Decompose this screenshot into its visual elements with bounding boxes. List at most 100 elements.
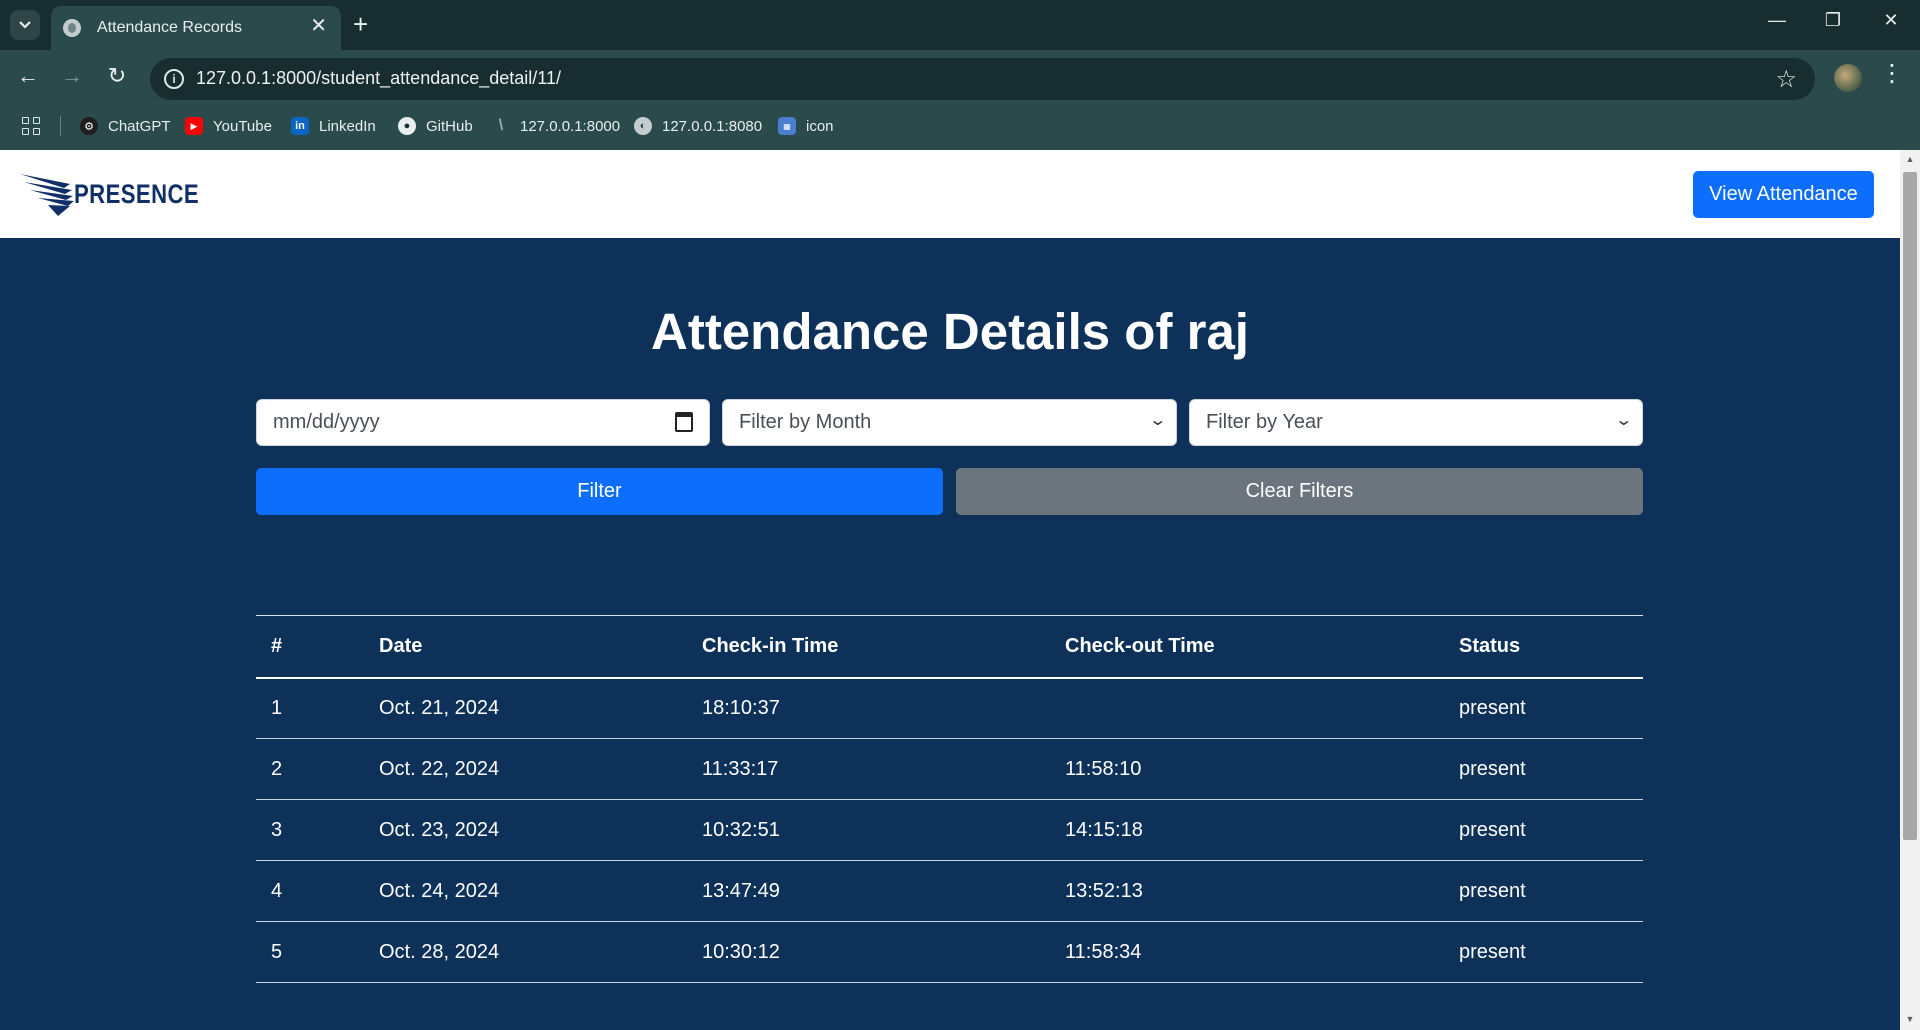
- bookmark-youtube[interactable]: ▶ YouTube: [185, 115, 272, 137]
- bookmark-github[interactable]: ● GitHub: [398, 115, 473, 137]
- apps-grid-icon[interactable]: [22, 117, 40, 135]
- page-title: Attendance Details of raj: [651, 303, 1249, 360]
- image-icon: ▦: [778, 117, 796, 135]
- row-checkout: 13:52:13: [1050, 860, 1444, 922]
- site-info-icon[interactable]: i: [164, 69, 184, 89]
- tab-title: Attendance Records: [97, 19, 242, 36]
- globe-icon: ◐: [634, 117, 652, 135]
- close-window-icon[interactable]: ✕: [1876, 10, 1906, 31]
- row-checkin: 10:30:12: [687, 921, 1050, 983]
- row-date: Oct. 24, 2024: [364, 860, 687, 922]
- row-status: present: [1444, 738, 1643, 800]
- column-header-checkout: Check-out Time: [1050, 615, 1444, 679]
- url-text[interactable]: 127.0.0.1:8000/student_attendance_detail…: [196, 68, 561, 89]
- globe-icon: [63, 19, 81, 37]
- chevron-down-icon: ⌄: [1613, 412, 1633, 429]
- row-checkin: 13:47:49: [687, 860, 1050, 922]
- linkedin-icon: in: [291, 117, 309, 135]
- youtube-icon: ▶: [185, 117, 203, 135]
- row-status: present: [1444, 860, 1643, 922]
- browser-tab-active[interactable]: Attendance Records ✕: [51, 6, 341, 50]
- bookmark-label: YouTube: [213, 117, 272, 135]
- table-row: 5 Oct. 28, 2024 10:30:12 11:58:34 presen…: [256, 921, 1643, 983]
- filter-button[interactable]: Filter: [256, 468, 943, 515]
- year-filter-select[interactable]: Filter by Year ⌄: [1189, 399, 1643, 446]
- row-status: present: [1444, 677, 1643, 739]
- row-checkout: [1050, 677, 1444, 739]
- column-header-checkin: Check-in Time: [687, 615, 1050, 679]
- row-number: 4: [256, 860, 364, 922]
- wing-logo-icon: [20, 174, 74, 216]
- brand-name: PRESENCE: [74, 178, 200, 209]
- view-attendance-button[interactable]: View Attendance: [1693, 171, 1874, 218]
- bookmark-label: LinkedIn: [319, 117, 376, 135]
- address-bar[interactable]: i 127.0.0.1:8000/student_attendance_deta…: [150, 58, 1815, 100]
- row-checkout: 14:15:18: [1050, 799, 1444, 861]
- row-status: present: [1444, 799, 1643, 861]
- month-select-value: Filter by Month: [739, 411, 872, 433]
- table-row: 1 Oct. 21, 2024 18:10:37 present: [256, 677, 1643, 739]
- bookmark-label: GitHub: [426, 117, 473, 135]
- row-checkout: 11:58:10: [1050, 738, 1444, 800]
- date-placeholder: mm/dd/yyyy: [273, 411, 380, 433]
- row-number: 1: [256, 677, 364, 739]
- row-date: Oct. 23, 2024: [364, 799, 687, 861]
- row-status: present: [1444, 921, 1643, 983]
- clear-filters-button[interactable]: Clear Filters: [956, 468, 1643, 515]
- browser-tab-bar: Attendance Records ✕ + — ❐ ✕: [0, 0, 1920, 50]
- bookmark-label: ChatGPT: [108, 117, 171, 135]
- column-header-date: Date: [364, 615, 687, 679]
- close-tab-icon[interactable]: ✕: [310, 16, 327, 36]
- column-header-status: Status: [1444, 615, 1643, 679]
- tab-search-button[interactable]: [10, 10, 40, 40]
- scroll-up-arrow-icon[interactable]: ▲: [1900, 154, 1920, 164]
- table-header-row: # Date Check-in Time Check-out Time Stat…: [256, 615, 1643, 679]
- row-checkin: 18:10:37: [687, 677, 1050, 739]
- row-number: 3: [256, 799, 364, 861]
- bookmark-linkedin[interactable]: in LinkedIn: [291, 115, 376, 137]
- browser-toolbar: ← → ↻ i 127.0.0.1:8000/student_attendanc…: [0, 50, 1920, 108]
- bookmark-chatgpt[interactable]: ⚙ ChatGPT: [80, 115, 171, 137]
- chatgpt-icon: ⚙: [80, 117, 98, 135]
- minimize-icon[interactable]: —: [1762, 10, 1792, 31]
- table-row: 4 Oct. 24, 2024 13:47:49 13:52:13 presen…: [256, 860, 1643, 922]
- row-date: Oct. 21, 2024: [364, 677, 687, 739]
- bookmark-label: 127.0.0.1:8080: [662, 117, 763, 135]
- django-icon: \: [498, 117, 504, 134]
- row-date: Oct. 22, 2024: [364, 738, 687, 800]
- row-checkin: 10:32:51: [687, 799, 1050, 861]
- date-filter-input[interactable]: mm/dd/yyyy: [256, 399, 710, 446]
- table-row: 2 Oct. 22, 2024 11:33:17 11:58:10 presen…: [256, 738, 1643, 800]
- bookmark-label: icon: [806, 117, 834, 135]
- reload-icon[interactable]: ↻: [102, 64, 132, 88]
- profile-avatar[interactable]: [1834, 64, 1862, 92]
- row-number: 5: [256, 921, 364, 983]
- year-select-value: Filter by Year: [1206, 411, 1323, 433]
- chevron-down-icon: [19, 21, 31, 29]
- attendance-table: # Date Check-in Time Check-out Time Stat…: [256, 615, 1643, 983]
- table-row: 3 Oct. 23, 2024 10:32:51 14:15:18 presen…: [256, 799, 1643, 861]
- bookmarks-bar: [0, 108, 1920, 150]
- bookmark-star-icon[interactable]: ☆: [1775, 65, 1797, 94]
- calendar-icon[interactable]: [675, 412, 693, 432]
- github-icon: ●: [398, 117, 416, 135]
- back-arrow-icon[interactable]: ←: [13, 64, 43, 88]
- brand-logo[interactable]: PRESENCE: [18, 170, 227, 218]
- bookmark-icon[interactable]: ▦ icon: [778, 115, 834, 137]
- bookmark-label: 127.0.0.1:8000: [520, 117, 621, 135]
- bookmark-localhost-8080[interactable]: ◐ 127.0.0.1:8080: [634, 115, 762, 137]
- month-filter-select[interactable]: Filter by Month ⌄: [722, 399, 1177, 446]
- restore-icon[interactable]: ❐: [1818, 10, 1848, 31]
- scrollbar-thumb[interactable]: [1903, 172, 1917, 840]
- menu-kebab-icon[interactable]: ⋮: [1880, 62, 1904, 86]
- bookmark-localhost-8000[interactable]: \ 127.0.0.1:8000: [492, 115, 620, 137]
- row-checkout: 11:58:34: [1050, 921, 1444, 983]
- row-checkin: 11:33:17: [687, 738, 1050, 800]
- row-date: Oct. 28, 2024: [364, 921, 687, 983]
- column-header-number: #: [256, 615, 364, 679]
- forward-arrow-icon[interactable]: →: [57, 64, 87, 88]
- site-navbar: PRESENCE View Attendance: [0, 150, 1900, 238]
- new-tab-button[interactable]: +: [353, 10, 368, 38]
- scroll-down-arrow-icon[interactable]: ▼: [1900, 1014, 1920, 1024]
- bookmarks-divider: [60, 116, 61, 136]
